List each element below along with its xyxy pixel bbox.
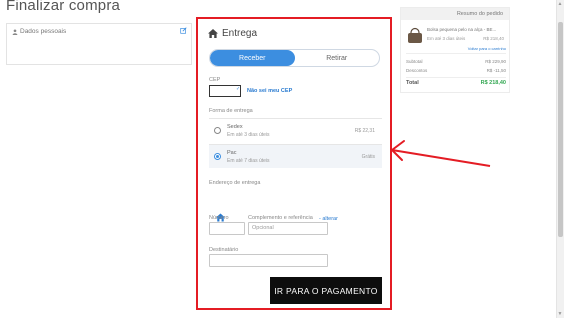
entrega-title: Entrega: [222, 28, 258, 39]
complemento-input[interactable]: Opcional: [248, 222, 328, 235]
go-to-payment-button[interactable]: IR PARA O PAGAMENTO: [270, 277, 382, 304]
tab-receber[interactable]: Receber: [210, 50, 295, 66]
radio-pac[interactable]: [214, 153, 221, 160]
total-label: Total: [406, 80, 419, 86]
edit-icon[interactable]: [180, 27, 187, 34]
cep-label: CEP: [209, 77, 221, 83]
entrega-panel: Entrega Receber Retirar CEP ✓ Não sei me…: [196, 17, 392, 310]
order-summary-title: Resumo do pedido: [401, 8, 509, 20]
dados-pessoais-header: Dados pessoais: [12, 28, 66, 35]
shipping-price: Grátis: [361, 154, 375, 160]
destinatario-label: Destinatário: [209, 247, 239, 253]
dados-pessoais-panel: Dados pessoais: [6, 23, 192, 65]
entrega-header: Entrega: [208, 28, 257, 39]
product-price: R$ 218,40: [483, 36, 504, 41]
divider: [406, 53, 506, 54]
descontos-value: R$ -11,50: [486, 68, 506, 73]
total-value: R$ 218,40: [480, 80, 506, 86]
shipping-option-pac[interactable]: Pac Em até 7 dias úteis Grátis: [209, 144, 382, 168]
scroll-up-arrow-icon[interactable]: ▲: [557, 1, 563, 7]
complemento-label: Complemento e referência: [248, 215, 313, 221]
destinatario-input[interactable]: [209, 254, 328, 267]
radio-sedex[interactable]: [214, 127, 221, 134]
shipping-name: Sedex: [227, 124, 243, 130]
page-scrollbar[interactable]: ▲ ▼: [556, 0, 564, 318]
shipping-price: R$ 22,31: [354, 128, 375, 134]
page-title: Finalizar compra: [6, 0, 121, 14]
forma-entrega-label: Forma de entrega: [209, 108, 253, 114]
subtotal-label: Subtotal: [406, 59, 423, 64]
delivery-tabs: Receber Retirar: [209, 49, 380, 67]
order-summary-panel: Resumo do pedido Bolsa pequena pelo na a…: [400, 7, 510, 93]
product-name: Bolsa pequena pelo na alça - BE...: [427, 27, 497, 32]
dados-pessoais-label: Dados pessoais: [20, 28, 67, 35]
shipping-time: Em até 7 dias úteis: [227, 158, 270, 164]
user-icon: [12, 28, 18, 35]
product-thumbnail: [408, 27, 422, 43]
subtotal-row: Subtotal R$ 229,90: [406, 59, 506, 64]
shipping-name: Pac: [227, 150, 237, 156]
descontos-label: Descontos: [406, 68, 428, 73]
endereco-label: Endereço de entrega: [209, 180, 261, 186]
shipping-option-sedex[interactable]: Sedex Em até 3 dias úteis R$ 22,31: [209, 118, 382, 142]
product-delivery-time: Em até 3 dias úteis: [427, 36, 466, 41]
numero-label: Número: [209, 215, 229, 221]
home-icon: [208, 29, 218, 38]
total-row: Total R$ 218,40: [406, 80, 506, 86]
shipping-time: Em até 3 dias úteis: [227, 132, 270, 138]
tab-retirar[interactable]: Retirar: [295, 50, 380, 66]
red-arrow-annotation: [391, 140, 491, 167]
scroll-thumb[interactable]: [558, 22, 563, 237]
cep-unknown-link[interactable]: Não sei meu CEP: [247, 88, 292, 94]
descontos-row: Descontos R$ -11,50: [406, 68, 506, 73]
check-icon: ✓: [236, 86, 241, 92]
back-to-cart-link[interactable]: Voltar para o carrinho: [468, 46, 506, 51]
scroll-down-arrow-icon[interactable]: ▼: [557, 311, 563, 317]
divider: [406, 77, 506, 78]
numero-input[interactable]: [209, 222, 245, 235]
subtotal-value: R$ 229,90: [485, 59, 506, 64]
